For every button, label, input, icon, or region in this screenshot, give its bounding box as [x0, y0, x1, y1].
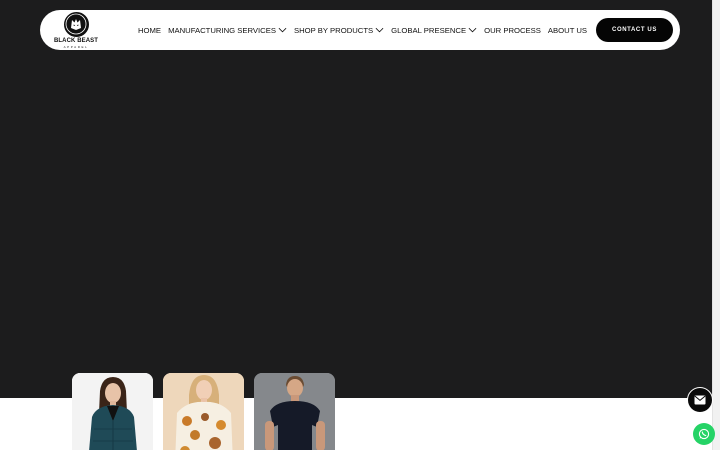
- nav-item-label: MANUFACTURING SERVICES: [168, 25, 276, 35]
- nav-item-manufacturing-services[interactable]: MANUFACTURING SERVICES: [168, 26, 287, 35]
- product-image: [254, 373, 335, 450]
- nav-item-home[interactable]: HOME: [138, 26, 161, 35]
- whatsapp-button[interactable]: [693, 423, 715, 445]
- contact-us-button[interactable]: CONTACT US: [596, 18, 673, 42]
- envelope-icon: [694, 395, 706, 405]
- email-button[interactable]: [687, 387, 713, 413]
- chevron-down-icon: [375, 27, 384, 33]
- hero-section: [0, 0, 712, 398]
- main-menu: HOME MANUFACTURING SERVICES SHOP BY PROD…: [138, 10, 594, 50]
- nav-item-label: HOME: [138, 25, 162, 35]
- wolf-icon: [64, 12, 89, 37]
- brand-logo[interactable]: BLACK BEAST APPAREL: [53, 12, 99, 49]
- nav-item-label: SHOP BY PRODUCTS: [294, 25, 374, 35]
- nav-item-shop-by-products[interactable]: SHOP BY PRODUCTS: [294, 26, 384, 35]
- chevron-down-icon: [278, 27, 287, 33]
- product-card-jacket[interactable]: [72, 373, 153, 450]
- chevron-down-icon: [468, 27, 477, 33]
- nav-item-about-us[interactable]: ABOUT US: [548, 26, 587, 35]
- whatsapp-icon: [698, 428, 710, 440]
- header-navbar: BLACK BEAST APPAREL HOME MANUFACTURING S…: [40, 10, 680, 50]
- product-card-dress[interactable]: [163, 373, 244, 450]
- product-image: [163, 373, 244, 450]
- product-card-tshirt[interactable]: [254, 373, 335, 450]
- nav-item-label: GLOBAL PRESENCE: [391, 25, 467, 35]
- nav-item-label: OUR PROCESS: [484, 25, 541, 35]
- nav-item-our-process[interactable]: OUR PROCESS: [484, 26, 541, 35]
- brand-name: BLACK BEAST: [53, 38, 99, 44]
- nav-item-label: ABOUT US: [547, 25, 588, 35]
- page-scrollbar[interactable]: [712, 0, 720, 450]
- brand-tagline: APPAREL: [63, 45, 89, 49]
- product-image: [72, 373, 153, 450]
- nav-item-global-presence[interactable]: GLOBAL PRESENCE: [391, 26, 477, 35]
